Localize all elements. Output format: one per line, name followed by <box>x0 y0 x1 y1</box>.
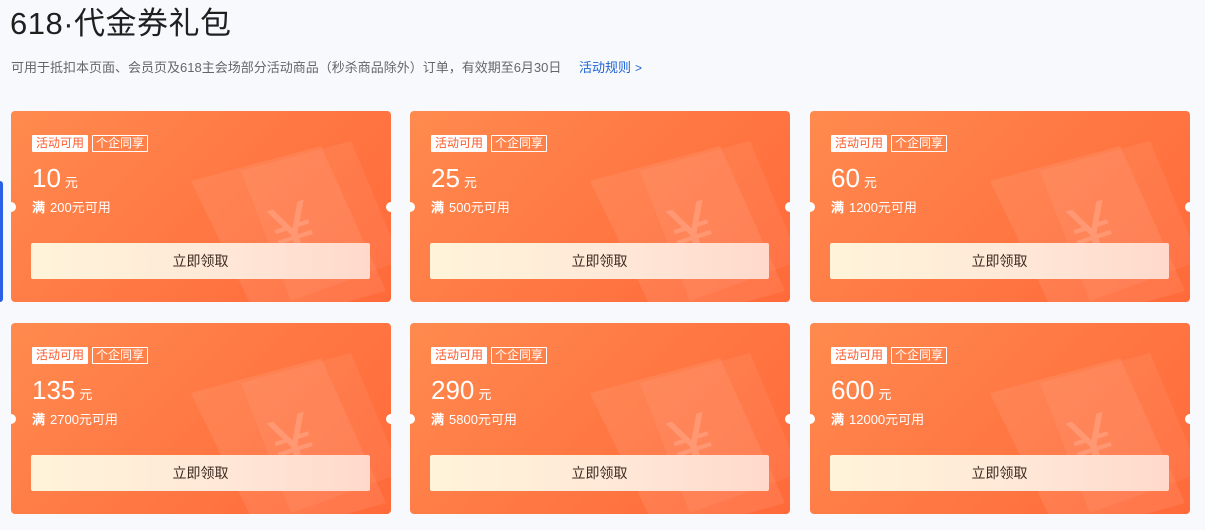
tag-activity: 活动可用 <box>32 135 89 152</box>
description-row: 可用于抵扣本页面、会员页及618主会场部分活动商品（秒杀商品除外）订单，有效期至… <box>11 59 642 77</box>
threshold-prefix: 满 <box>831 200 845 215</box>
coupon-tags: 活动可用 个企同享 <box>431 135 548 152</box>
coupon-amount: 290 元 <box>431 375 491 405</box>
coupon-card: ¥ 活动可用 个企同享 290 元 满 5800元可用 立即领取 <box>410 323 790 514</box>
coupon-amount: 10 元 <box>32 163 78 193</box>
amount-unit: 元 <box>878 387 892 402</box>
ticket-notch-right <box>386 202 391 212</box>
coupon-tags: 活动可用 个企同享 <box>831 347 948 364</box>
claim-button[interactable]: 立即领取 <box>830 455 1169 491</box>
ticket-notch-right <box>1185 414 1190 424</box>
ticket-notch-left <box>810 202 815 212</box>
coupon-tags: 活动可用 个企同享 <box>431 347 548 364</box>
tag-activity: 活动可用 <box>431 347 488 364</box>
coupon-threshold: 满 5800元可用 <box>431 412 517 428</box>
threshold-value: 5800元可用 <box>449 412 517 427</box>
amount-unit: 元 <box>64 175 78 190</box>
threshold-prefix: 满 <box>431 200 445 215</box>
tag-shared: 个企同享 <box>92 347 149 364</box>
claim-button[interactable]: 立即领取 <box>430 243 769 279</box>
ticket-notch-right <box>785 414 790 424</box>
rules-link[interactable]: 活动规则 > <box>579 60 642 75</box>
amount-value: 60 <box>831 163 860 193</box>
threshold-prefix: 满 <box>32 200 46 215</box>
ticket-notch-left <box>11 202 16 212</box>
tag-activity: 活动可用 <box>431 135 488 152</box>
coupon-card: ¥ 活动可用 个企同享 60 元 满 1200元可用 立即领取 <box>810 111 1190 302</box>
coupon-grid: ¥ 活动可用 个企同享 10 元 满 200元可用 立即领取 ¥ 活动可用 个企… <box>11 111 1191 516</box>
coupon-amount: 600 元 <box>831 375 891 405</box>
threshold-value: 200元可用 <box>50 200 111 215</box>
amount-value: 290 <box>431 375 475 405</box>
coupon-card: ¥ 活动可用 个企同享 600 元 满 12000元可用 立即领取 <box>810 323 1190 514</box>
ticket-notch-right <box>386 414 391 424</box>
side-accent-bar <box>0 181 3 302</box>
claim-button[interactable]: 立即领取 <box>830 243 1169 279</box>
ticket-notch-left <box>410 202 415 212</box>
ticket-notch-left <box>11 414 16 424</box>
coupon-amount: 60 元 <box>831 163 877 193</box>
amount-unit: 元 <box>79 387 93 402</box>
coupon-threshold: 满 200元可用 <box>32 200 111 216</box>
coupon-card: ¥ 活动可用 个企同享 25 元 满 500元可用 立即领取 <box>410 111 790 302</box>
coupon-amount: 135 元 <box>32 375 92 405</box>
threshold-prefix: 满 <box>32 412 46 427</box>
rules-link-label: 活动规则 <box>579 60 632 75</box>
page-title: 618·代金券礼包 <box>10 6 232 41</box>
tag-activity: 活动可用 <box>831 347 888 364</box>
threshold-value: 1200元可用 <box>849 200 917 215</box>
threshold-prefix: 满 <box>831 412 845 427</box>
threshold-value: 500元可用 <box>449 200 510 215</box>
ticket-notch-left <box>410 414 415 424</box>
amount-value: 135 <box>32 375 76 405</box>
tag-shared: 个企同享 <box>891 135 948 152</box>
description-text: 可用于抵扣本页面、会员页及618主会场部分活动商品（秒杀商品除外）订单，有效期至… <box>11 60 562 75</box>
amount-unit: 元 <box>478 387 492 402</box>
amount-value: 10 <box>32 163 61 193</box>
coupon-tags: 活动可用 个企同享 <box>831 135 948 152</box>
coupon-card: ¥ 活动可用 个企同享 135 元 满 2700元可用 立即领取 <box>11 323 391 514</box>
amount-unit: 元 <box>463 175 477 190</box>
coupon-threshold: 满 2700元可用 <box>32 412 118 428</box>
tag-shared: 个企同享 <box>491 135 548 152</box>
coupon-tags: 活动可用 个企同享 <box>32 135 149 152</box>
tag-shared: 个企同享 <box>92 135 149 152</box>
amount-unit: 元 <box>863 175 877 190</box>
threshold-prefix: 满 <box>431 412 445 427</box>
coupon-card: ¥ 活动可用 个企同享 10 元 满 200元可用 立即领取 <box>11 111 391 302</box>
page: 618·代金券礼包 可用于抵扣本页面、会员页及618主会场部分活动商品（秒杀商品… <box>0 0 1205 530</box>
chevron-right-icon: > <box>635 61 643 75</box>
tag-activity: 活动可用 <box>831 135 888 152</box>
coupon-tags: 活动可用 个企同享 <box>32 347 149 364</box>
tag-shared: 个企同享 <box>491 347 548 364</box>
claim-button[interactable]: 立即领取 <box>430 455 769 491</box>
tag-shared: 个企同享 <box>891 347 948 364</box>
threshold-value: 2700元可用 <box>50 412 118 427</box>
coupon-threshold: 满 1200元可用 <box>831 200 917 216</box>
coupon-threshold: 满 500元可用 <box>431 200 510 216</box>
threshold-value: 12000元可用 <box>849 412 925 427</box>
coupon-amount: 25 元 <box>431 163 477 193</box>
tag-activity: 活动可用 <box>32 347 89 364</box>
amount-value: 600 <box>831 375 875 405</box>
ticket-notch-right <box>1185 202 1190 212</box>
ticket-notch-left <box>810 414 815 424</box>
claim-button[interactable]: 立即领取 <box>31 243 370 279</box>
ticket-notch-right <box>785 202 790 212</box>
claim-button[interactable]: 立即领取 <box>31 455 370 491</box>
amount-value: 25 <box>431 163 460 193</box>
coupon-threshold: 满 12000元可用 <box>831 412 924 428</box>
